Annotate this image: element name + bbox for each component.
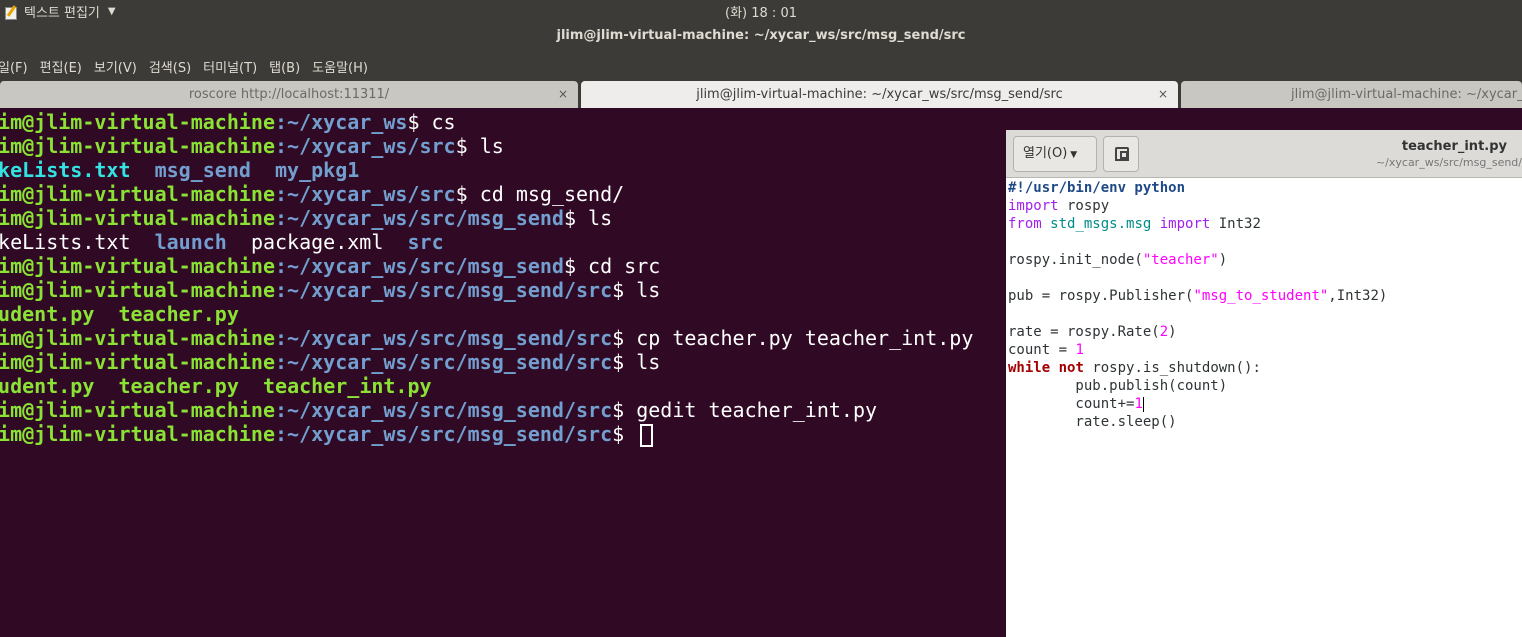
terminal-line: lim@jlim-virtual-machine:~/xycar_ws/src/… [0, 422, 654, 447]
terminal-line: akeLists.txt launch package.xml src [0, 230, 444, 254]
terminal-line: tudent.py teacher.py [0, 302, 239, 326]
clock[interactable]: (화) 18 : 01 [0, 2, 1522, 21]
open-button[interactable]: 열기(O) ▼ [1013, 136, 1097, 172]
code-line: pub.publish(count) [1008, 378, 1228, 394]
tab-label: jlim@jlim-virtual-machine: ~/xycar_ws/sr… [696, 87, 1063, 102]
chevron-down-icon: ▼ [1070, 150, 1078, 160]
terminal-line: tudent.py teacher.py teacher_int.py [0, 374, 432, 398]
code-line: from std_msgs.msg import Int32 [1008, 216, 1261, 232]
terminal-line: lim@jlim-virtual-machine:~/xycar_ws/src/… [0, 350, 661, 374]
terminal-line: lim@jlim-virtual-machine:~/xycar_ws/src/… [0, 398, 878, 422]
code-line: pub = rospy.Publisher("msg_to_student",I… [1008, 288, 1388, 304]
new-document-button[interactable] [1103, 136, 1139, 172]
menu-help[interactable]: 도움말(H) [312, 57, 368, 76]
tab-msg-send-src[interactable]: jlim@jlim-virtual-machine: ~/xycar_ws/sr… [581, 81, 1178, 108]
terminal-output[interactable]: lim@jlim-virtual-machine:~/xycar_ws$ cs … [0, 108, 1006, 637]
terminal-line: lim@jlim-virtual-machine:~/xycar_ws/src/… [0, 326, 974, 350]
code-line: #!/usr/bin/env python [1008, 180, 1186, 196]
code-line: import rospy [1008, 198, 1110, 214]
tab-bar: roscore http://localhost:11311/ × jlim@j… [0, 80, 1522, 108]
terminal-line: lim@jlim-virtual-machine:~/xycar_ws/src$… [0, 182, 625, 206]
code-editor[interactable]: #!/usr/bin/env python import rospy from … [1006, 178, 1522, 637]
window-title: jlim@jlim-virtual-machine: ~/xycar_ws/sr… [556, 28, 966, 43]
close-icon[interactable]: × [558, 81, 568, 108]
terminal-line: lim@jlim-virtual-machine:~/xycar_ws/src/… [0, 206, 613, 230]
top-panel: 텍스트 편집기 ▼ (화) 18 : 01 [0, 0, 1522, 21]
menu-edit[interactable]: 편집(E) [40, 57, 82, 76]
menu-view[interactable]: 보기(V) [94, 57, 137, 76]
window-title-bar[interactable]: jlim@jlim-virtual-machine: ~/xycar_ws/sr… [0, 21, 1522, 52]
terminal-line: akeLists.txt msg_send my_pkg1 [0, 158, 360, 182]
new-document-icon [1115, 147, 1129, 161]
terminal-cursor [640, 424, 654, 447]
text-caret [1142, 396, 1144, 412]
close-icon[interactable]: × [1158, 81, 1168, 108]
terminal-menubar: 일(F) 편집(E) 보기(V) 검색(S) 터미널(T) 탭(B) 도움말(H… [0, 52, 1522, 80]
code-line: rate = rospy.Rate(2) [1008, 324, 1177, 340]
code-line: rospy.init_node("teacher") [1008, 252, 1228, 268]
menu-search[interactable]: 검색(S) [149, 57, 191, 76]
menu-file[interactable]: 일(F) [0, 57, 28, 76]
code-line: count = 1 [1008, 342, 1084, 358]
tab-xycar-ws[interactable]: jlim@jlim-virtual-machine: ~/xycar_ws/ [1181, 81, 1522, 108]
menu-terminal[interactable]: 터미널(T) [203, 57, 257, 76]
code-line: rate.sleep() [1008, 414, 1177, 430]
document-path: ~/xycar_ws/src/msg_send/ [1375, 156, 1522, 169]
terminal-line: lim@jlim-virtual-machine:~/xycar_ws/src/… [0, 278, 661, 302]
gedit-header-bar[interactable]: 열기(O) ▼ teacher_int.py ~/xycar_ws/src/msg… [1006, 130, 1522, 178]
terminal-line: lim@jlim-virtual-machine:~/xycar_ws/src$… [0, 134, 504, 158]
tab-label: roscore http://localhost:11311/ [188, 87, 390, 102]
code-line: while not rospy.is_shutdown(): [1008, 360, 1261, 376]
gedit-window: 열기(O) ▼ teacher_int.py ~/xycar_ws/src/msg… [1006, 130, 1522, 637]
terminal-line: lim@jlim-virtual-machine:~/xycar_ws$ cs [0, 110, 456, 134]
tab-roscore[interactable]: roscore http://localhost:11311/ × [0, 81, 578, 108]
code-line: count+=1 [1008, 396, 1144, 412]
document-title: teacher_int.py [1401, 139, 1507, 154]
terminal-line: lim@jlim-virtual-machine:~/xycar_ws/src/… [0, 254, 661, 278]
menu-tabs[interactable]: 탭(B) [269, 57, 300, 76]
tab-label: jlim@jlim-virtual-machine: ~/xycar_ws/ [1291, 87, 1522, 102]
